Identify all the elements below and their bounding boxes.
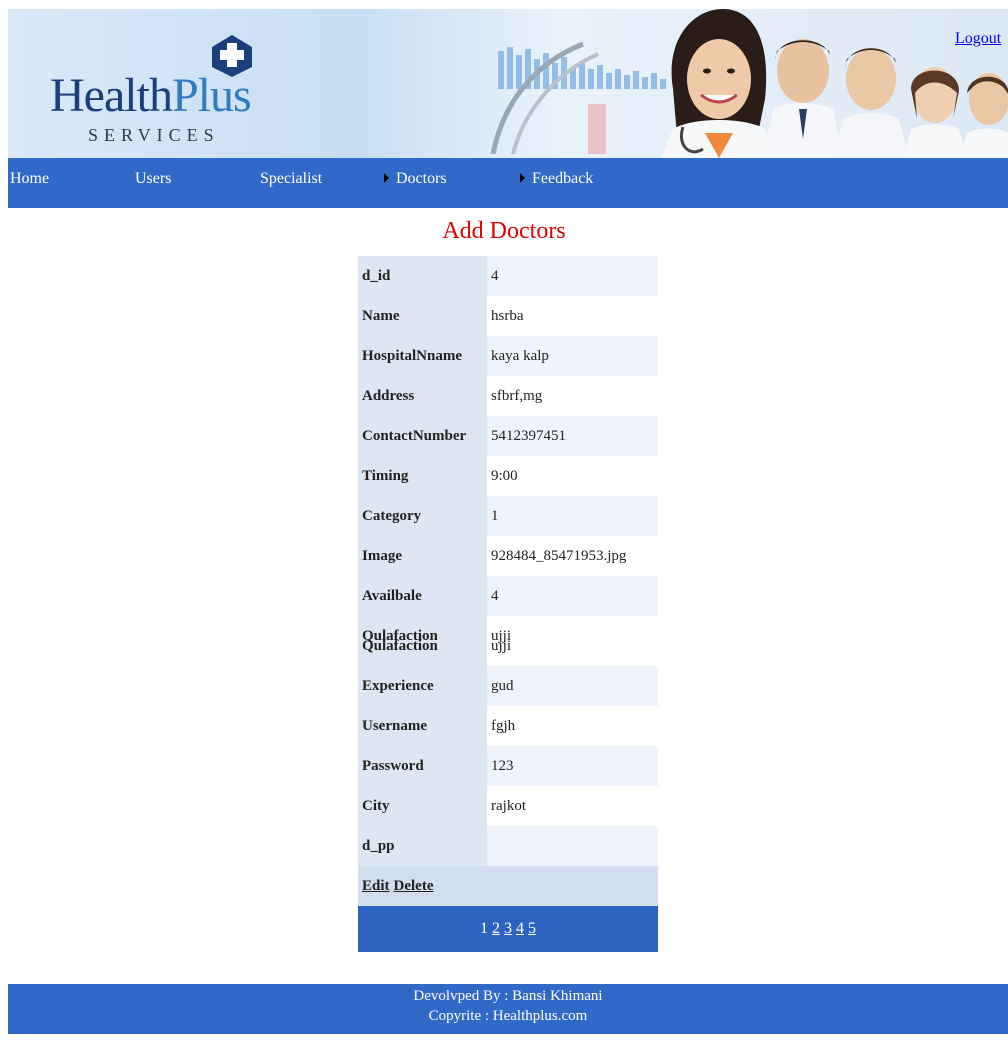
field-label: Name (358, 296, 487, 336)
record-actions: Edit Delete (358, 866, 658, 906)
page-link-3[interactable]: 3 (504, 920, 512, 938)
delete-link[interactable]: Delete (394, 878, 434, 895)
doctor-details-table: d_id 4 Name hsrba HospitalNname kaya kal… (358, 256, 658, 952)
nav-item-label: Specialist (260, 170, 323, 187)
stethoscope-graphic (490, 41, 606, 154)
medical-cross-icon (212, 35, 252, 77)
field-label: Address (358, 376, 487, 416)
nav-item-home[interactable]: Home (10, 170, 49, 188)
table-row: Address sfbrf,mg (358, 376, 658, 416)
table-row: Image 928484_85471953.jpg (358, 536, 658, 576)
field-label: Timing (358, 456, 487, 496)
field-value: 4 (487, 576, 658, 616)
table-row: Timing 9:00 (358, 456, 658, 496)
table-row: ContactNumber 5412397451 (358, 416, 658, 456)
field-value: 928484_85471953.jpg (487, 536, 658, 576)
field-value: sfbrf,mg (487, 376, 658, 416)
table-row: HospitalNname kaya kalp (358, 336, 658, 376)
field-value: 4 (487, 256, 658, 296)
logout-link[interactable]: Logout (955, 30, 1001, 48)
field-label: Experience (358, 666, 487, 706)
table-row: d_id 4 (358, 256, 658, 296)
edit-link[interactable]: Edit (362, 878, 390, 895)
nav-item-specialist[interactable]: Specialist (260, 170, 322, 188)
page-link-5[interactable]: 5 (528, 920, 536, 938)
field-value: rajkot (487, 786, 658, 826)
logo-text: HealthPlus (50, 69, 252, 122)
table-row: Password 123 (358, 746, 658, 786)
table-row: Username fgjh (358, 706, 658, 746)
field-label: d_id (358, 256, 487, 296)
field-label: ContactNumber (358, 416, 487, 456)
field-label: Username (358, 706, 487, 746)
field-value: fgjh (487, 706, 658, 746)
table-row: Category 1 (358, 496, 658, 536)
nav-item-label: Doctors (396, 170, 447, 187)
header-banner: HealthPlus SERVICES Logout (8, 9, 1008, 158)
table-row: Qulafaction Qulafaction ujji ujji (358, 616, 658, 666)
nav-item-label: Users (135, 170, 172, 187)
nav-item-users[interactable]: Users (135, 170, 171, 188)
page-link-4[interactable]: 4 (516, 920, 524, 938)
field-value (487, 826, 658, 866)
field-value: hsrba (487, 296, 658, 336)
nav-item-label: Feedback (532, 170, 594, 187)
pagination: 1 2 3 4 5 (358, 906, 658, 952)
page-title: Add Doctors (442, 218, 566, 244)
table-row: Name hsrba (358, 296, 658, 336)
field-label: Category (358, 496, 487, 536)
nav-item-label: Home (10, 170, 50, 187)
field-label-text-repeat: Qulafaction (362, 638, 438, 654)
nav-item-feedback[interactable]: Feedback (520, 170, 593, 188)
field-value: 123 (487, 746, 658, 786)
field-value-text-repeat: ujji (491, 638, 512, 654)
logo-word-health: Health (50, 69, 173, 122)
footer: Devolvped By : Bansi Khimani Copyrite : … (8, 984, 1008, 1034)
field-label: City (358, 786, 487, 826)
page-link-2[interactable]: 2 (492, 920, 500, 938)
table-row: Availbale 4 (358, 576, 658, 616)
field-label: Qulafaction Qulafaction (358, 616, 487, 666)
field-value: ujji ujji (487, 616, 658, 666)
field-value: kaya kalp (487, 336, 658, 376)
submenu-arrow-icon (384, 173, 389, 184)
footer-copyright: Copyrite : Healthplus.com (428, 1008, 588, 1024)
table-row: d_pp (358, 826, 658, 866)
field-label: Availbale (358, 576, 487, 616)
footer-developer: Devolvped By : Bansi Khimani (413, 988, 603, 1004)
submenu-arrow-icon (520, 173, 525, 184)
field-value: 1 (487, 496, 658, 536)
field-label: Password (358, 746, 487, 786)
table-row: Experience gud (358, 666, 658, 706)
logo-subtitle: SERVICES (88, 125, 220, 145)
main-nav: Home Users Specialist Doctors Feedback (8, 158, 1008, 208)
field-label: Image (358, 536, 487, 576)
field-value: 5412397451 (487, 416, 658, 456)
table-row: City rajkot (358, 786, 658, 826)
field-value: gud (487, 666, 658, 706)
nav-item-doctors[interactable]: Doctors (384, 170, 447, 188)
field-label: d_pp (358, 826, 487, 866)
current-page: 1 (480, 920, 488, 937)
field-value: 9:00 (487, 456, 658, 496)
field-label: HospitalNname (358, 336, 487, 376)
